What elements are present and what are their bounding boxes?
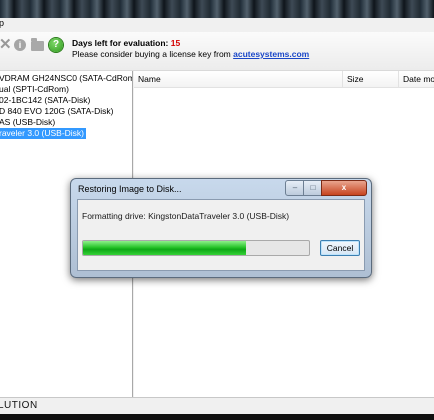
menu-help[interactable]: lp	[0, 18, 4, 28]
dialog-title: Restoring Image to Disk...	[78, 184, 182, 194]
column-name[interactable]: Name	[134, 71, 161, 87]
list-header: Name Size Date mod	[134, 71, 434, 88]
license-link[interactable]: acutesystems.com	[233, 49, 309, 59]
cancel-button[interactable]: Cancel	[320, 240, 360, 256]
drive-item[interactable]: D 840 EVO 120G (SATA-Disk)	[0, 106, 115, 117]
drive-item-selected[interactable]: raveler 3.0 (USB-Disk)	[0, 128, 87, 139]
drive-item[interactable]: VDRAM GH24NSC0 (SATA-CdRom)	[0, 73, 132, 84]
drive-item[interactable]: 02-1BC142 (SATA-Disk)	[0, 95, 92, 106]
status-bar: LUTION	[0, 397, 434, 414]
dialog-close-icon[interactable]: x	[321, 180, 367, 196]
help-icon[interactable]: ?	[49, 38, 63, 52]
close-icon[interactable]: ✕	[0, 37, 12, 52]
maximize-icon[interactable]: □	[303, 180, 323, 196]
progress-bar	[82, 240, 310, 256]
toolbar: ✕ i ? Days left for evaluation: 15 Pleas…	[0, 32, 434, 71]
folder-icon[interactable]	[31, 38, 44, 51]
progress-fill	[83, 241, 246, 255]
minimize-icon[interactable]: –	[285, 180, 305, 196]
menu-bar: lp	[0, 18, 434, 32]
license-text: Please consider buying a license key fro…	[72, 49, 231, 59]
info-icon[interactable]: i	[14, 39, 26, 51]
status-text: LUTION	[0, 400, 38, 411]
desktop-background-strip	[0, 0, 434, 20]
drive-item[interactable]: ual (SPTI-CdRom)	[0, 84, 71, 95]
restore-dialog: Restoring Image to Disk... – □ x Formatt…	[70, 178, 372, 278]
eval-label: Days left for evaluation:	[72, 38, 169, 48]
drive-item[interactable]: AS (USB-Disk)	[0, 117, 57, 128]
column-size[interactable]: Size	[342, 71, 364, 87]
days-left-value: 15	[170, 38, 181, 48]
dialog-message: Formatting drive: KingstonDataTraveler 3…	[82, 211, 290, 221]
dialog-body: Formatting drive: KingstonDataTraveler 3…	[77, 199, 365, 271]
desktop-bottom-strip	[0, 414, 434, 420]
column-date-modified[interactable]: Date mod	[398, 71, 434, 87]
evaluation-notice: Days left for evaluation: 15 Please cons…	[72, 38, 309, 60]
